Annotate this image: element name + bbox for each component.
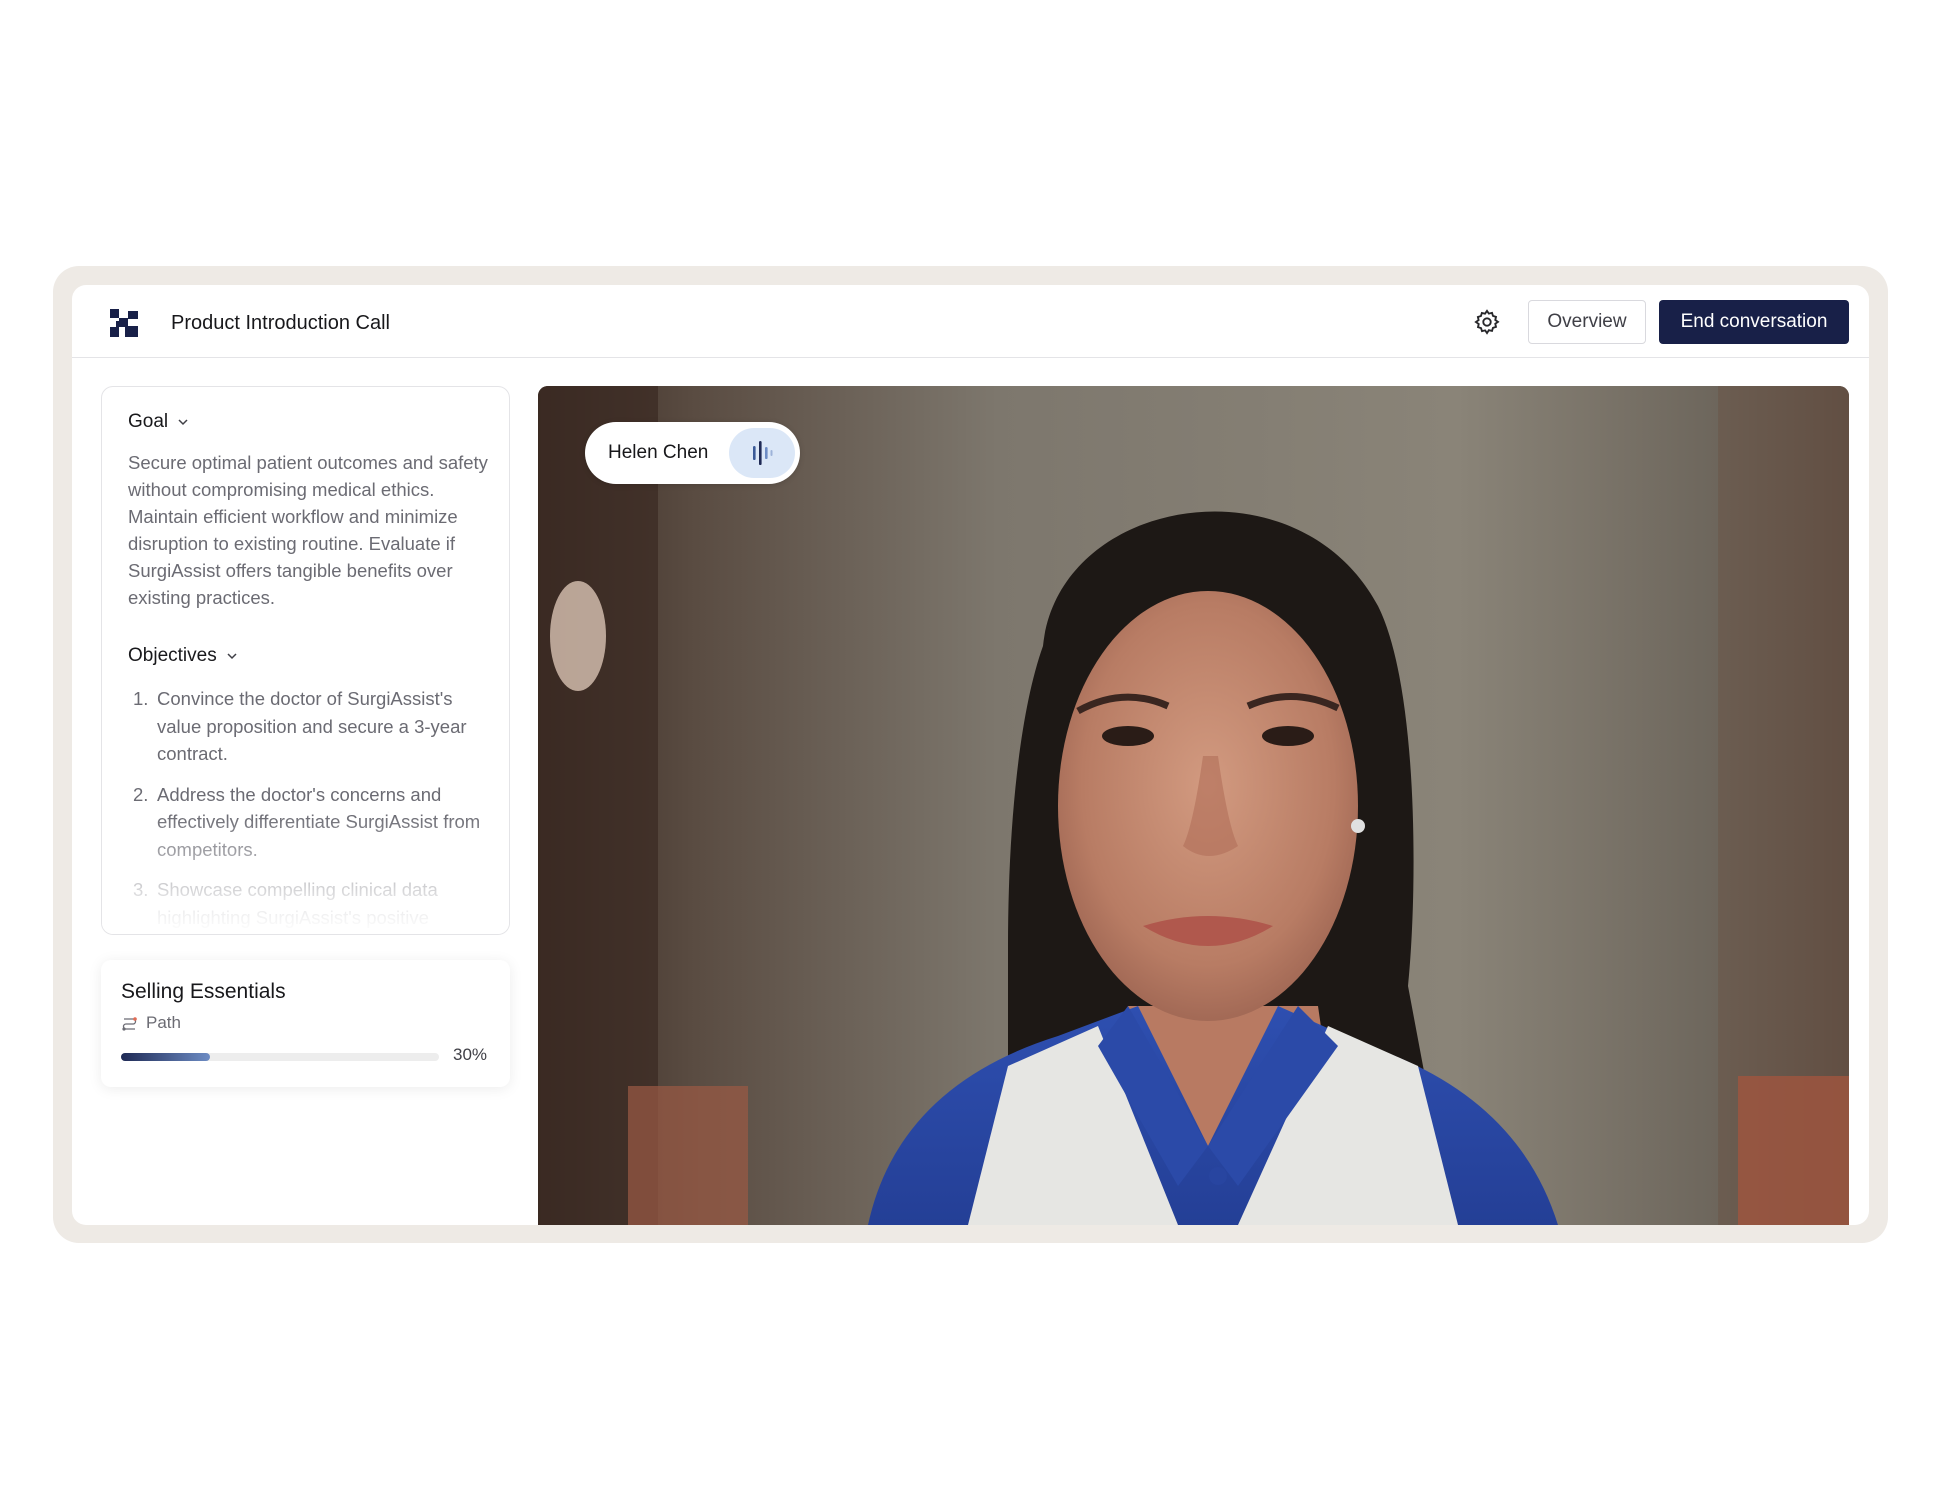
list-item: 3. Showcase compelling clinical data high…	[128, 876, 490, 931]
chevron-down-icon	[178, 419, 188, 426]
list-item: 2. Address the doctor's concerns and effe…	[128, 781, 490, 864]
logo-icon	[110, 309, 138, 337]
audio-indicator	[729, 428, 795, 478]
header: Product Introduction Call Overview End c…	[72, 285, 1869, 358]
video-frame	[538, 386, 1849, 1225]
item-number: 1.	[133, 688, 149, 709]
item-text: Showcase compelling clinical data highli…	[157, 879, 438, 928]
goal-card: Goal Secure optimal patient outcomes and…	[101, 386, 510, 935]
app-window: Product Introduction Call Overview End c…	[72, 285, 1869, 1225]
selling-essentials-card[interactable]: Selling Essentials Path 30%	[101, 960, 510, 1087]
progress-fill	[121, 1053, 211, 1061]
goal-text: Secure optimal patient outcomes and safe…	[128, 452, 488, 608]
selling-title: Selling Essentials	[121, 980, 286, 1003]
item-text: Convince the doctor of SurgiAssist's val…	[157, 688, 467, 764]
list-item: 1. Convince the doctor of SurgiAssist's v…	[128, 685, 490, 768]
path-label: Path	[146, 1013, 181, 1032]
progress-percent: 30%	[453, 1045, 488, 1064]
item-number: 3.	[133, 879, 149, 900]
gear-icon[interactable]	[1473, 308, 1501, 336]
chevron-down-icon	[227, 653, 237, 660]
path-row: Path	[121, 1013, 181, 1033]
item-text: Address the doctor's concerns and effect…	[157, 783, 481, 860]
objectives-toggle[interactable]: Objectives	[128, 645, 239, 667]
speaker-badge: Helen Chen	[585, 422, 800, 484]
end-conversation-button[interactable]: End conversation	[1659, 300, 1849, 344]
goal-heading: Goal	[128, 411, 169, 432]
page-title: Product Introduction Call	[171, 312, 391, 334]
audio-wave-icon	[753, 441, 773, 465]
objectives-heading: Objectives	[128, 645, 217, 666]
speaker-name: Helen Chen	[608, 442, 709, 463]
progress-bar	[121, 1053, 439, 1061]
item-number: 2.	[133, 783, 149, 805]
video-feed[interactable]: Helen Chen	[538, 386, 1849, 1225]
overview-button[interactable]: Overview	[1528, 300, 1646, 344]
path-icon	[122, 1016, 137, 1031]
goal-toggle[interactable]: Goal	[128, 411, 190, 433]
objectives-list: 1. Convince the doctor of SurgiAssist's v…	[128, 685, 490, 934]
